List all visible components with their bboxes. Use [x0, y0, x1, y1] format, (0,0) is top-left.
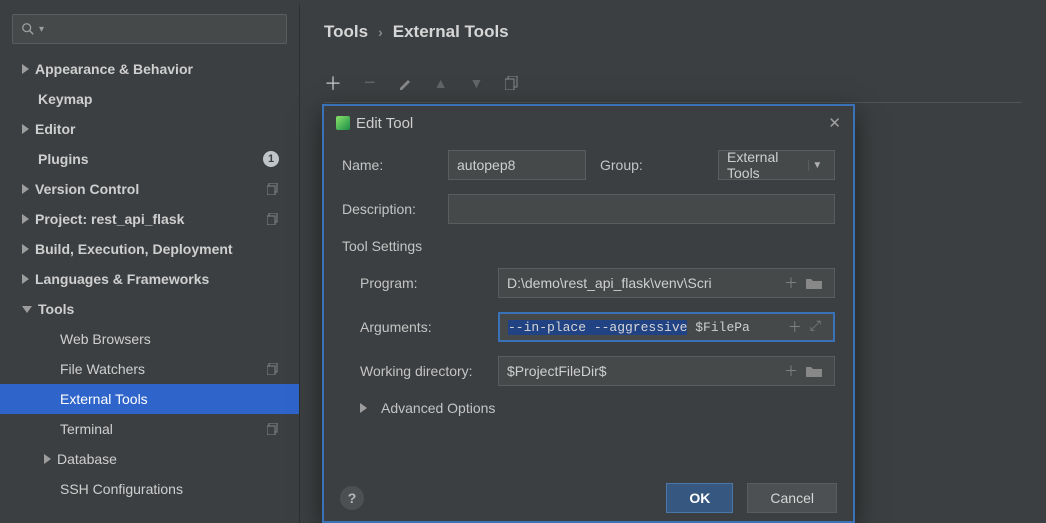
- sidebar-item-languages[interactable]: Languages & Frameworks: [0, 264, 299, 294]
- plugins-badge: 1: [263, 151, 279, 167]
- settings-tree: Appearance & Behavior Keymap Editor Plug…: [0, 54, 299, 504]
- description-label: Description:: [342, 201, 448, 217]
- dialog-titlebar: Edit Tool ✕: [324, 106, 853, 140]
- disclosure-icon: [22, 274, 29, 284]
- sidebar-item-label: Appearance & Behavior: [35, 61, 193, 77]
- sidebar-item-label: Tools: [38, 301, 74, 317]
- sidebar-item-label: SSH Configurations: [60, 481, 183, 497]
- insert-macro-icon[interactable]: ＋: [780, 273, 802, 293]
- sidebar-item-external-tools[interactable]: External Tools: [0, 384, 299, 414]
- app-logo-icon: [336, 116, 350, 130]
- project-icon: [267, 213, 279, 225]
- project-icon: [267, 363, 279, 375]
- breadcrumb-leaf: External Tools: [393, 22, 509, 42]
- arguments-rest: $FilePa: [687, 320, 749, 335]
- sidebar-item-database[interactable]: Database: [0, 444, 299, 474]
- sidebar-item-appearance[interactable]: Appearance & Behavior: [0, 54, 299, 84]
- arguments-selected: --in-place --aggressive: [508, 320, 687, 335]
- group-select[interactable]: External Tools ▼: [718, 150, 835, 180]
- working-dir-input[interactable]: $ProjectFileDir$ ＋: [498, 356, 835, 386]
- disclosure-icon: [22, 244, 29, 254]
- help-button[interactable]: ?: [340, 486, 364, 510]
- sidebar-item-web-browsers[interactable]: Web Browsers: [0, 324, 299, 354]
- tools-toolbar: ＋ − ▲ ▼: [324, 70, 1022, 103]
- disclosure-icon: [22, 306, 32, 313]
- breadcrumb-root: Tools: [324, 22, 368, 42]
- chevron-down-icon: ▼: [808, 160, 826, 171]
- advanced-options-row[interactable]: Advanced Options: [360, 400, 835, 416]
- sidebar-item-label: Languages & Frameworks: [35, 271, 209, 287]
- search-input[interactable]: ▾: [12, 14, 287, 44]
- sidebar-item-label: Plugins: [38, 151, 89, 167]
- edit-tool-dialog: Edit Tool ✕ Name: Group: External Tools …: [322, 104, 855, 523]
- settings-sidebar: ▾ Appearance & Behavior Keymap Editor Pl…: [0, 4, 300, 523]
- sidebar-item-label: External Tools: [60, 391, 148, 407]
- copy-button[interactable]: [505, 76, 519, 90]
- project-icon: [267, 183, 279, 195]
- working-dir-value: $ProjectFileDir$: [507, 363, 780, 379]
- sidebar-item-label: Terminal: [60, 421, 113, 437]
- sidebar-item-label: Database: [57, 451, 117, 467]
- disclosure-icon: [22, 64, 29, 74]
- dialog-footer: ? OK Cancel: [324, 475, 853, 521]
- dialog-title: Edit Tool: [356, 115, 413, 132]
- sidebar-item-build[interactable]: Build, Execution, Deployment: [0, 234, 299, 264]
- breadcrumb: Tools › External Tools: [324, 22, 1022, 42]
- group-label: Group:: [600, 157, 706, 173]
- name-input[interactable]: [448, 150, 586, 180]
- ok-button[interactable]: OK: [666, 483, 733, 513]
- chevron-down-icon: ▾: [39, 24, 44, 35]
- chevron-right-icon: ›: [378, 24, 383, 40]
- program-input[interactable]: D:\demo\rest_api_flask\venv\Scri ＋: [498, 268, 835, 298]
- sidebar-item-editor[interactable]: Editor: [0, 114, 299, 144]
- sidebar-item-label: Project: rest_api_flask: [35, 211, 184, 227]
- arguments-input[interactable]: --in-place --aggressive $FilePa ＋ ⤢: [498, 312, 835, 342]
- advanced-options-label: Advanced Options: [381, 400, 495, 416]
- cancel-button[interactable]: Cancel: [747, 483, 837, 513]
- sidebar-item-label: Version Control: [35, 181, 139, 197]
- project-icon: [267, 423, 279, 435]
- sidebar-item-file-watchers[interactable]: File Watchers: [0, 354, 299, 384]
- sidebar-item-label: Build, Execution, Deployment: [35, 241, 233, 257]
- sidebar-item-version-control[interactable]: Version Control: [0, 174, 299, 204]
- group-value: External Tools: [727, 149, 808, 181]
- working-dir-label: Working directory:: [342, 363, 498, 379]
- up-button[interactable]: ▲: [434, 75, 448, 91]
- remove-button[interactable]: −: [364, 72, 376, 95]
- expand-icon[interactable]: ⤢: [806, 319, 825, 335]
- disclosure-icon: [22, 124, 29, 134]
- close-button[interactable]: ✕: [828, 114, 841, 132]
- insert-macro-icon[interactable]: ＋: [784, 317, 806, 337]
- sidebar-item-label: Editor: [35, 121, 75, 137]
- name-label: Name:: [342, 157, 448, 173]
- disclosure-icon: [44, 454, 51, 464]
- sidebar-item-project[interactable]: Project: rest_api_flask: [0, 204, 299, 234]
- browse-icon[interactable]: [802, 365, 826, 377]
- sidebar-item-label: Web Browsers: [60, 331, 151, 347]
- sidebar-item-tools[interactable]: Tools: [0, 294, 299, 324]
- insert-macro-icon[interactable]: ＋: [780, 361, 802, 381]
- sidebar-item-label: Keymap: [38, 91, 92, 107]
- program-value: D:\demo\rest_api_flask\venv\Scri: [507, 275, 780, 291]
- add-button[interactable]: ＋: [324, 70, 342, 96]
- arguments-label: Arguments:: [342, 319, 498, 335]
- program-label: Program:: [342, 275, 498, 291]
- sidebar-item-keymap[interactable]: Keymap: [0, 84, 299, 114]
- browse-icon[interactable]: [802, 277, 826, 289]
- sidebar-item-ssh[interactable]: SSH Configurations: [0, 474, 299, 504]
- tool-settings-title: Tool Settings: [342, 238, 835, 254]
- edit-button[interactable]: [398, 76, 412, 90]
- sidebar-item-terminal[interactable]: Terminal: [0, 414, 299, 444]
- sidebar-item-label: File Watchers: [60, 361, 145, 377]
- search-icon: [21, 22, 35, 36]
- disclosure-icon: [22, 184, 29, 194]
- sidebar-item-plugins[interactable]: Plugins 1: [0, 144, 299, 174]
- disclosure-icon: [360, 403, 367, 413]
- disclosure-icon: [22, 214, 29, 224]
- description-input[interactable]: [448, 194, 835, 224]
- down-button[interactable]: ▼: [470, 75, 484, 91]
